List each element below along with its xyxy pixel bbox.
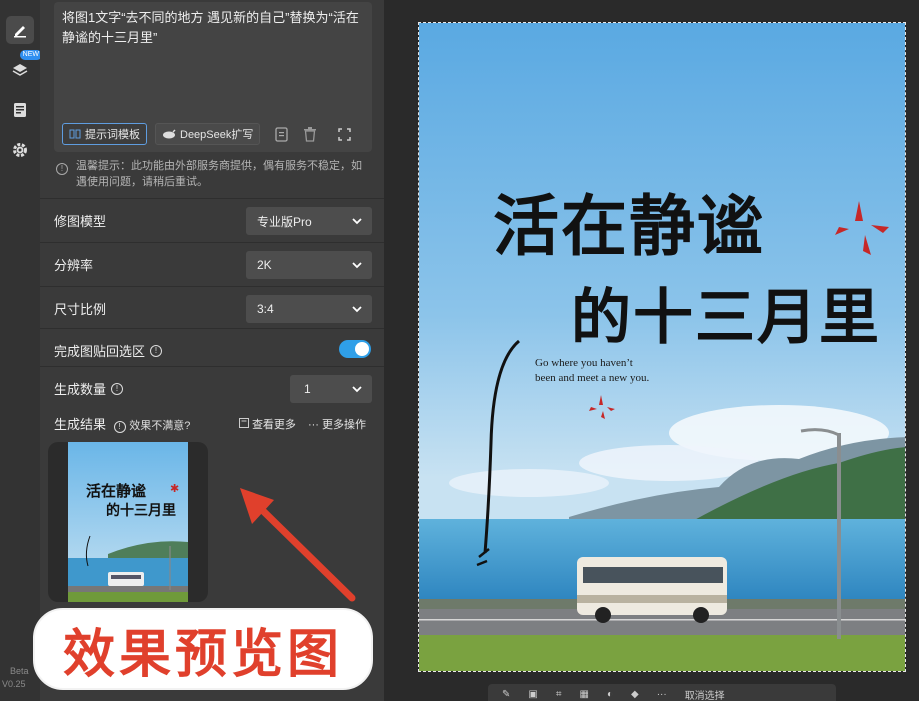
ratio-label: 尺寸比例 xyxy=(54,299,106,318)
poster-english-caption: Go where you haven’t been and meet a new… xyxy=(535,356,649,386)
tool-rail: NEW Beta V0.25 xyxy=(0,0,42,701)
service-notice-text: 温馨提示：此功能由外部服务商提供，偶有服务不稳定，如遇使用问题，请稍后重试。 xyxy=(76,160,362,188)
settings-panel: 将图1文字“去不同的地方 遇见新的自己”替换为“活在静谧的十三月里” 提示词模板… xyxy=(33,0,384,701)
chevron-down-icon xyxy=(352,262,362,269)
thumbnail-flower-icon: ✱ xyxy=(170,483,180,495)
count-row: 生成数量 ! 1 xyxy=(40,366,384,410)
chevron-down-icon xyxy=(352,306,362,313)
ellipsis-icon[interactable]: ··· xyxy=(657,689,667,700)
paste-back-toggle[interactable] xyxy=(339,340,371,358)
poster-english-line2: been and meet a new you. xyxy=(535,372,650,384)
new-badge: NEW xyxy=(19,50,42,60)
result-thumbnail[interactable]: 活在静谧 的十三月里 ✱ xyxy=(68,442,188,602)
results-hint[interactable]: 效果不满意? xyxy=(129,420,190,432)
poster-title-line2: 的十三月里 xyxy=(571,283,881,353)
prompt-text[interactable]: 将图1文字“去不同的地方 遇见新的自己”替换为“活在静谧的十三月里” xyxy=(62,8,362,48)
paste-back-label: 完成图贴回选区 ! xyxy=(54,341,163,360)
poster-title-line1: 活在静谧 xyxy=(493,187,765,265)
annotation-arrow xyxy=(240,488,356,602)
deepseek-expand-button[interactable]: DeepSeek扩写 xyxy=(155,123,261,145)
resolution-label-text: 分辨率 xyxy=(54,258,94,273)
version-line1: Beta xyxy=(10,666,29,676)
results-title: 生成结果 xyxy=(54,417,107,432)
trash-icon xyxy=(304,126,317,142)
count-select[interactable]: 1 xyxy=(290,375,372,403)
poster-english-line1: Go where you haven’t xyxy=(535,357,633,369)
expand-prompt-button[interactable] xyxy=(334,124,354,144)
service-notice: ! 温馨提示：此功能由外部服务商提供，偶有服务不稳定，如遇使用问题，请稍后重试。 xyxy=(54,158,372,190)
canvas-bottom-toolbar: ✎ ▣ ⌗ ▦ ◐ ◆ ··· 取消选择 xyxy=(488,684,836,701)
more-actions-button[interactable]: ··· 更多操作 xyxy=(308,416,366,432)
ratio-select[interactable]: 3:4 xyxy=(246,295,372,323)
pencil-icon xyxy=(14,26,26,38)
app-window: NEW Beta V0.25 将图1文字“去不同的地方 遇见新的自己”替换为“活… xyxy=(0,0,919,701)
prompt-template-label: 提示词模板 xyxy=(85,129,140,141)
help-icon[interactable]: ! xyxy=(150,344,163,357)
result-thumbnail-card[interactable]: 活在静谧 的十三月里 ✱ xyxy=(48,442,208,602)
prompt-history-button[interactable] xyxy=(272,124,292,144)
results-actions: 查看更多 ··· 更多操作 xyxy=(238,416,366,432)
document-icon xyxy=(14,103,26,117)
history-tool-button[interactable] xyxy=(6,96,34,124)
prompt-input[interactable]: 将图1文字“去不同的地方 遇见新的自己”替换为“活在静谧的十三月里” 提示词模板… xyxy=(54,2,372,152)
view-more-label: 查看更多 xyxy=(251,419,296,431)
rotate-icon[interactable]: ◐ xyxy=(607,689,613,700)
crop-icon[interactable]: ⌗ xyxy=(556,689,562,700)
model-row: 修图模型 专业版Pro xyxy=(40,198,384,242)
chevron-down-icon xyxy=(352,218,362,225)
ratio-label-text: 尺寸比例 xyxy=(54,302,107,317)
minibus xyxy=(577,557,727,623)
thumbnail-title-line2: 的十三月里 xyxy=(106,503,176,519)
info-icon: ! xyxy=(56,160,68,176)
resolution-select[interactable]: 2K xyxy=(246,251,372,279)
edit-tool-button[interactable] xyxy=(6,16,34,44)
poster-canvas[interactable]: 活在静谧 的十三月里 Go where you haven’t been and… xyxy=(418,22,906,672)
gallery-icon xyxy=(238,418,249,428)
prompt-template-button[interactable]: 提示词模板 xyxy=(62,123,147,145)
ellipsis-icon: ··· xyxy=(307,419,319,431)
clear-prompt-button[interactable] xyxy=(300,124,320,144)
gear-icon xyxy=(13,143,27,157)
whale-icon xyxy=(163,129,176,139)
help-icon[interactable]: ! xyxy=(113,421,126,433)
more-actions-label: 更多操作 xyxy=(322,419,366,431)
settings-tool-button[interactable] xyxy=(6,136,34,164)
model-select-value: 专业版Pro xyxy=(257,214,312,229)
ratio-row: 尺寸比例 3:4 xyxy=(40,286,384,330)
book-icon xyxy=(69,129,81,139)
preview-callout-text: 效果预览图 xyxy=(62,623,343,685)
version-line2: V0.25 xyxy=(2,679,26,689)
resolution-select-value: 2K xyxy=(257,258,272,272)
model-label-text: 修图模型 xyxy=(54,214,107,229)
count-label-text: 生成数量 xyxy=(54,382,107,397)
resolution-label: 分辨率 xyxy=(54,255,93,274)
cancel-selection-button[interactable]: 取消选择 xyxy=(685,687,725,701)
thumbnail-title-line1: 活在静谧 xyxy=(86,482,147,500)
fullscreen-icon xyxy=(338,127,351,141)
select-icon[interactable]: ▣ xyxy=(528,689,537,700)
layers-icon xyxy=(12,64,28,76)
prompt-toolbar: 提示词模板 DeepSeek扩写 xyxy=(62,123,354,145)
clipboard-icon xyxy=(275,127,289,142)
ratio-select-value: 3:4 xyxy=(257,302,274,316)
paste-back-label-text: 完成图贴回选区 xyxy=(54,344,146,359)
preview-callout: 效果预览图 xyxy=(33,608,373,690)
help-icon[interactable]: ! xyxy=(111,382,124,395)
version-label: Beta V0.25 xyxy=(2,665,29,691)
count-label: 生成数量 ! xyxy=(54,379,124,398)
brush-icon[interactable]: ✎ xyxy=(502,689,510,700)
thumbnail-scene xyxy=(68,442,188,602)
image-icon[interactable]: ▦ xyxy=(579,689,588,700)
model-select[interactable]: 专业版Pro xyxy=(246,207,372,235)
canvas-area: 活在静谧 的十三月里 Go where you haven’t been and… xyxy=(384,0,919,701)
resolution-row: 分辨率 2K xyxy=(40,242,384,286)
chevron-down-icon xyxy=(352,386,362,393)
layers-tool-button[interactable]: NEW xyxy=(6,50,42,84)
eraser-icon[interactable]: ◆ xyxy=(631,689,639,700)
results-header: 生成结果 ! 效果不满意? 查看更多 ··· 更多操作 xyxy=(54,414,372,434)
view-more-button[interactable]: 查看更多 xyxy=(238,416,296,432)
count-select-value: 1 xyxy=(304,382,311,396)
model-label: 修图模型 xyxy=(54,211,106,230)
deepseek-expand-label: DeepSeek扩写 xyxy=(180,129,254,141)
